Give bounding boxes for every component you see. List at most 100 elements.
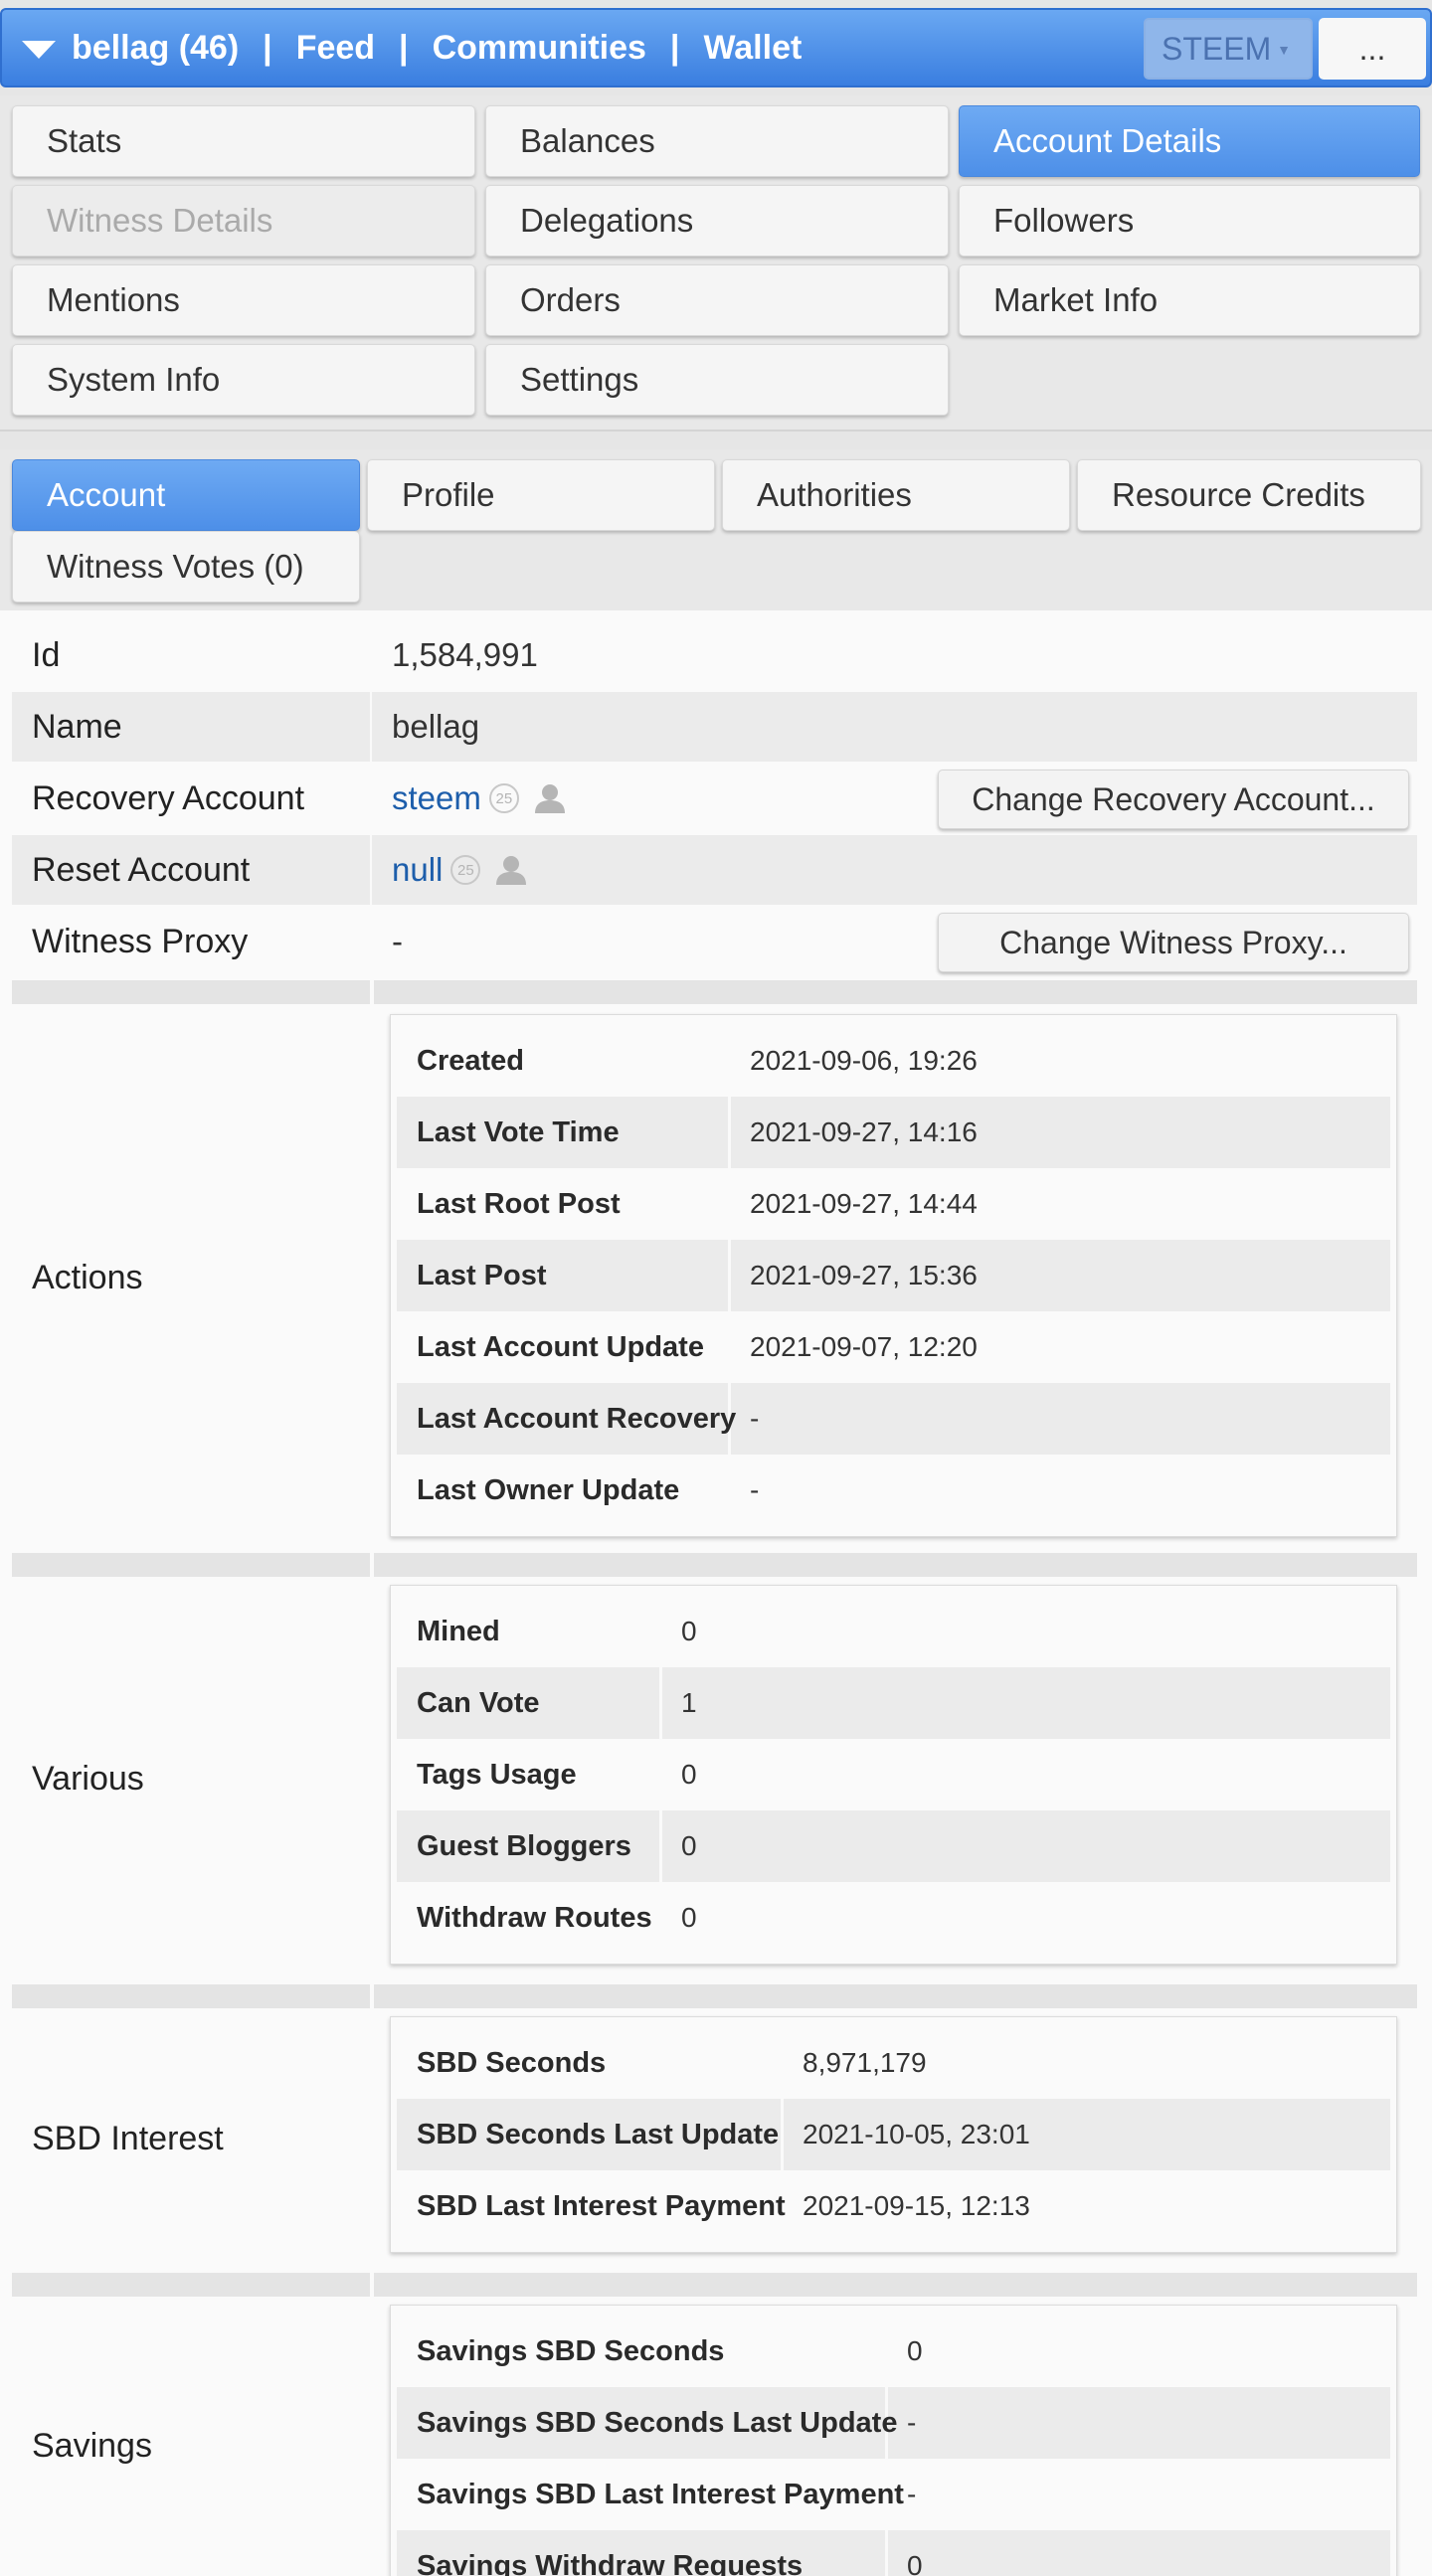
various-row: Mined 0: [397, 1596, 1390, 1667]
savings-label: Savings: [32, 2426, 152, 2465]
row-label: Savings SBD Last Interest Payment: [417, 2478, 904, 2510]
menu-followers[interactable]: Followers: [959, 185, 1420, 257]
menu-witness-details[interactable]: Witness Details: [12, 185, 475, 257]
detail-row-id: Id 1,584,991: [12, 620, 1417, 690]
tab-account[interactable]: Account: [12, 459, 360, 531]
row-label: Last Vote Time: [417, 1116, 620, 1148]
section-menu: Stats Balances Account Details Witness D…: [0, 95, 1432, 431]
row-label: Last Root Post: [417, 1187, 621, 1220]
actions-row: Last Account Update 2021-09-07, 12:20: [397, 1311, 1390, 1383]
row-value: 8,971,179: [803, 2047, 927, 2078]
section-divider: [12, 980, 1417, 1004]
menu-system-info[interactable]: System Info: [12, 344, 475, 416]
row-value: 0: [681, 1759, 697, 1790]
row-value: 0: [681, 1902, 697, 1933]
row-value: 0: [907, 2550, 923, 2576]
row-label: Savings SBD Seconds: [417, 2334, 725, 2367]
caret-down-icon: ▼: [1277, 42, 1291, 58]
actions-row: Last Vote Time 2021-09-27, 14:16: [397, 1097, 1390, 1168]
actions-row: Last Owner Update -: [397, 1455, 1390, 1526]
account-details-panel: Id 1,584,991 Name bellag Recovery Accoun…: [0, 610, 1432, 2576]
menu-settings[interactable]: Settings: [485, 344, 949, 416]
tab-profile[interactable]: Profile: [367, 459, 715, 531]
reset-account-value: null 25: [392, 835, 528, 905]
witness-proxy-value: -: [392, 923, 403, 959]
savings-section: Savings Savings SBD Seconds 0 Savings SB…: [12, 2297, 1417, 2576]
sbd-interest-section: SBD Interest SBD Seconds 8,971,179 SBD S…: [12, 2008, 1417, 2269]
row-label: Can Vote: [417, 1686, 540, 1719]
row-value: 2021-09-15, 12:13: [803, 2190, 1030, 2221]
chain-select[interactable]: STEEM ▼: [1144, 18, 1313, 80]
tab-resource-credits[interactable]: Resource Credits: [1077, 459, 1421, 531]
menu-stats[interactable]: Stats: [12, 105, 475, 177]
detail-row-name: Name bellag: [12, 692, 1417, 762]
section-divider: [12, 1553, 1417, 1577]
savings-card: Savings SBD Seconds 0 Savings SBD Second…: [390, 2305, 1397, 2576]
nav-separator: |: [669, 28, 680, 67]
row-value: -: [750, 1474, 760, 1505]
actions-label: Actions: [32, 1258, 143, 1296]
user-icon[interactable]: [494, 853, 528, 887]
row-value: 2021-09-06, 19:26: [750, 1045, 978, 1076]
savings-row: Savings SBD Last Interest Payment -: [397, 2459, 1390, 2530]
various-row: Guest Bloggers 0: [397, 1810, 1390, 1882]
menu-orders[interactable]: Orders: [485, 264, 949, 336]
row-label: Mined: [417, 1615, 500, 1647]
various-row: Tags Usage 0: [397, 1739, 1390, 1810]
row-label: SBD Seconds: [417, 2046, 607, 2079]
menu-mentions[interactable]: Mentions: [12, 264, 475, 336]
reset-account-link[interactable]: null: [392, 851, 443, 889]
detail-row-recovery-account: Recovery Account steem 25 Change Recover…: [12, 764, 1417, 833]
recovery-account-label: Recovery Account: [32, 778, 305, 817]
feed-link[interactable]: Feed: [296, 29, 375, 68]
witness-proxy-label: Witness Proxy: [32, 922, 249, 960]
communities-link[interactable]: Communities: [433, 29, 646, 68]
account-link[interactable]: bellag (46): [72, 29, 239, 68]
detail-row-witness-proxy: Witness Proxy - Change Witness Proxy...: [12, 907, 1417, 976]
id-value: 1,584,991: [392, 636, 538, 673]
reputation-badge: 25: [450, 855, 481, 885]
various-section: Various Mined 0 Can Vote 1 Tags Usage 0 …: [12, 1577, 1417, 1980]
sbd-interest-row: SBD Seconds Last Update 2021-10-05, 23:0…: [397, 2099, 1390, 2170]
row-label: SBD Seconds Last Update: [417, 2118, 780, 2150]
various-label: Various: [32, 1759, 144, 1798]
menu-account-details[interactable]: Account Details: [959, 105, 1420, 177]
actions-section: Actions Created 2021-09-06, 19:26 Last V…: [12, 1004, 1417, 1551]
more-button[interactable]: ...: [1319, 18, 1426, 80]
row-label: Last Account Recovery: [417, 1402, 737, 1435]
chain-select-value: STEEM: [1162, 30, 1272, 67]
recovery-account-link[interactable]: steem: [392, 779, 481, 817]
tab-authorities[interactable]: Authorities: [722, 459, 1070, 531]
menu-balances[interactable]: Balances: [485, 105, 949, 177]
actions-row: Last Account Recovery -: [397, 1383, 1390, 1455]
menu-delegations[interactable]: Delegations: [485, 185, 949, 257]
change-witness-proxy-button[interactable]: Change Witness Proxy...: [938, 913, 1409, 972]
recovery-account-value: steem 25: [392, 764, 567, 833]
wallet-link[interactable]: Wallet: [703, 29, 802, 68]
chevron-down-icon[interactable]: [22, 41, 56, 59]
row-value: 0: [681, 1616, 697, 1646]
row-value: -: [907, 2407, 917, 2438]
row-label: Tags Usage: [417, 1758, 577, 1791]
row-value: 0: [907, 2335, 923, 2366]
row-value: 0: [681, 1830, 697, 1861]
actions-row: Created 2021-09-06, 19:26: [397, 1025, 1390, 1097]
row-label: Guest Bloggers: [417, 1829, 631, 1862]
sbd-interest-row: SBD Last Interest Payment 2021-09-15, 12…: [397, 2170, 1390, 2242]
row-label: Savings Withdraw Requests: [417, 2549, 804, 2576]
various-card: Mined 0 Can Vote 1 Tags Usage 0 Guest Bl…: [390, 1585, 1397, 1965]
row-label: Withdraw Routes: [417, 1901, 652, 1934]
detail-row-reset-account: Reset Account null 25: [12, 835, 1417, 905]
tab-witness-votes[interactable]: Witness Votes (0): [12, 531, 360, 602]
menu-market-info[interactable]: Market Info: [959, 264, 1420, 336]
reputation-badge: 25: [488, 783, 519, 813]
sbd-interest-row: SBD Seconds 8,971,179: [397, 2027, 1390, 2099]
change-recovery-account-button[interactable]: Change Recovery Account...: [938, 770, 1409, 829]
row-value: 2021-09-27, 14:16: [750, 1116, 978, 1147]
top-nav-bar: bellag (46) | Feed | Communities | Walle…: [0, 8, 1432, 87]
reset-account-label: Reset Account: [32, 850, 251, 889]
row-value: 2021-09-07, 12:20: [750, 1331, 978, 1362]
row-label: Last Post: [417, 1259, 547, 1291]
user-icon[interactable]: [533, 781, 567, 815]
name-link[interactable]: bellag: [392, 692, 479, 762]
